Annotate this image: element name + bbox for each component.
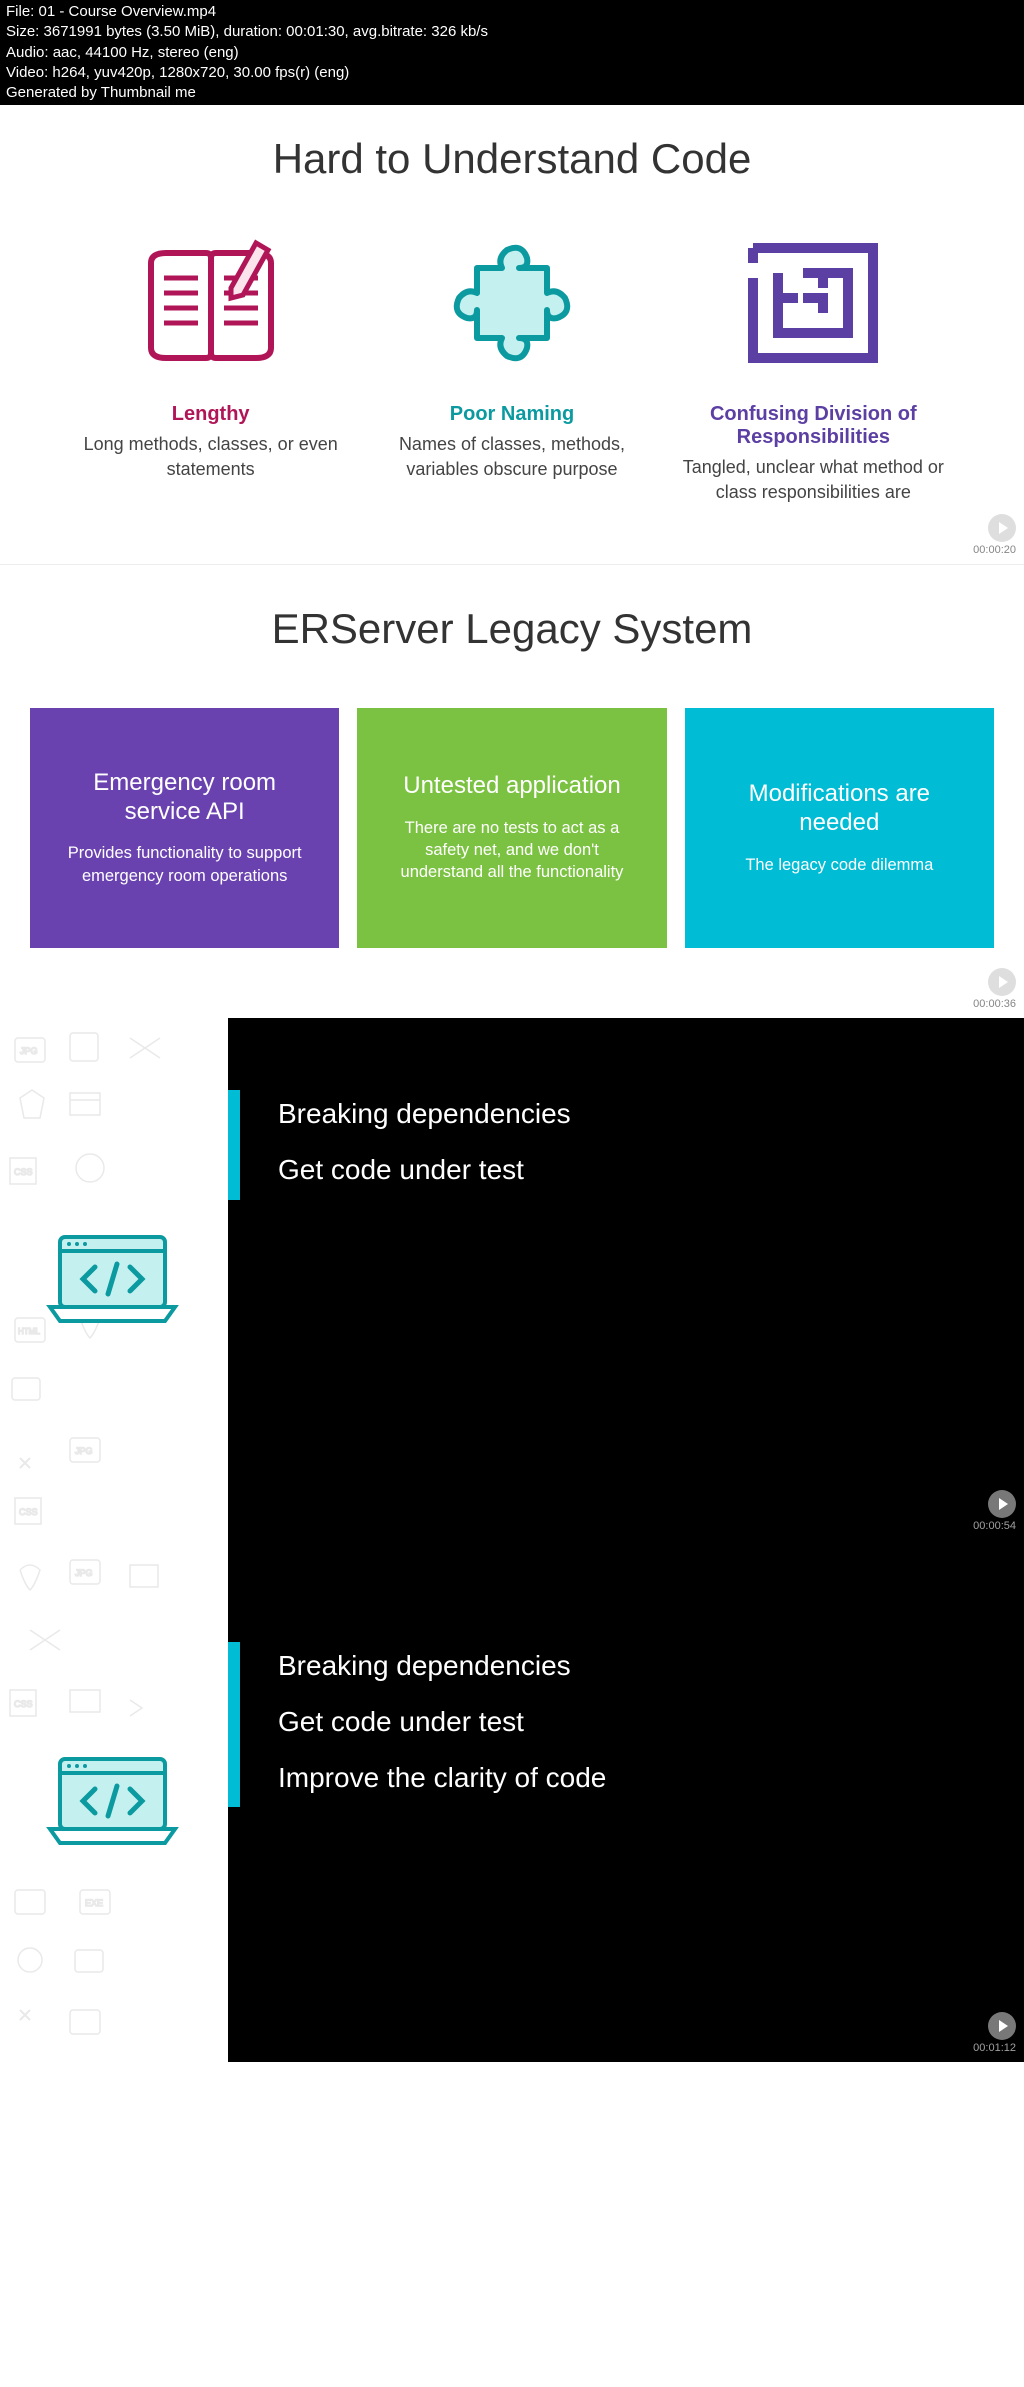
timestamp: 00:00:20 xyxy=(973,544,1016,556)
card-mods: Modifications are needed The legacy code… xyxy=(685,708,994,948)
svg-text:CSS: CSS xyxy=(14,1167,33,1177)
meta-generator: Generated by Thumbnail me xyxy=(6,83,1018,103)
card-mods-body: The legacy code dilemma xyxy=(711,854,968,876)
play-icon xyxy=(988,968,1016,996)
puzzle-piece-icon xyxy=(381,223,642,383)
side-pattern: JPG CSS HTML JPG CSS xyxy=(0,1018,228,1540)
timestamp: 00:00:54 xyxy=(973,1520,1016,1532)
timestamp-badge: 00:01:12 xyxy=(973,2012,1016,2054)
svg-text:EXE: EXE xyxy=(85,1898,103,1908)
accent-bar xyxy=(228,1090,240,1200)
line-2: Get code under test xyxy=(278,1154,974,1186)
lengthy-heading: Lengthy xyxy=(80,403,341,426)
card-untested: Untested application There are no tests … xyxy=(357,708,666,948)
play-icon xyxy=(988,1490,1016,1518)
naming-body: Names of classes, methods, variables obs… xyxy=(381,432,642,481)
meta-file: File: 01 - Course Overview.mp4 xyxy=(6,2,1018,22)
slide-erserver: ERServer Legacy System Emergency room se… xyxy=(0,564,1024,1018)
resp-body: Tangled, unclear what method or class re… xyxy=(683,455,944,504)
slide-hard-to-understand: Hard to Understand Code Lengthy xyxy=(0,105,1024,564)
timestamp: 00:01:12 xyxy=(973,2042,1016,2054)
card-api-body: Provides functionality to support emerge… xyxy=(56,842,313,887)
naming-heading: Poor Naming xyxy=(381,403,642,426)
col-naming: Poor Naming Names of classes, methods, v… xyxy=(361,223,662,481)
book-pencil-icon xyxy=(80,223,341,383)
slide-breaking-deps-1: JPG CSS HTML JPG CSS xyxy=(0,1018,1024,1540)
timestamp-badge: 00:00:20 xyxy=(973,514,1016,556)
line-3: Improve the clarity of code xyxy=(278,1762,974,1794)
col-lengthy: Lengthy Long methods, classes, or even s… xyxy=(60,223,361,481)
laptop-code-icon xyxy=(45,1751,180,1851)
card-api: Emergency room service API Provides func… xyxy=(30,708,339,948)
slide1-title: Hard to Understand Code xyxy=(20,135,1004,183)
card-mods-heading: Modifications are needed xyxy=(711,780,968,838)
svg-text:CSS: CSS xyxy=(19,1507,38,1517)
svg-text:JPG: JPG xyxy=(75,1568,93,1578)
meta-audio: Audio: aac, 44100 Hz, stereo (eng) xyxy=(6,43,1018,63)
slide-breaking-deps-2: JPG CSS EXE xyxy=(0,1540,1024,2062)
accent-bar xyxy=(228,1642,240,1807)
laptop-code-icon xyxy=(45,1229,180,1329)
svg-text:CSS: CSS xyxy=(14,1699,33,1709)
svg-text:JPG: JPG xyxy=(20,1046,38,1056)
play-icon xyxy=(988,2012,1016,2040)
timestamp: 00:00:36 xyxy=(973,998,1016,1010)
play-icon xyxy=(988,514,1016,542)
line-2: Get code under test xyxy=(278,1706,974,1738)
card-untested-heading: Untested application xyxy=(383,772,640,801)
card-untested-body: There are no tests to act as a safety ne… xyxy=(383,817,640,884)
side-pattern: JPG CSS EXE xyxy=(0,1540,228,2062)
icon-row: Lengthy Long methods, classes, or even s… xyxy=(20,223,1004,504)
dark-content: Breaking dependencies Get code under tes… xyxy=(228,1540,1024,2062)
cards-row: Emergency room service API Provides func… xyxy=(0,708,1024,948)
card-api-heading: Emergency room service API xyxy=(56,769,313,827)
video-metadata: File: 01 - Course Overview.mp4 Size: 367… xyxy=(0,0,1024,105)
meta-size: Size: 3671991 bytes (3.50 MiB), duration… xyxy=(6,22,1018,42)
maze-icon xyxy=(683,223,944,383)
line-1: Breaking dependencies xyxy=(278,1098,974,1130)
svg-text:HTML: HTML xyxy=(18,1327,40,1336)
timestamp-badge: 00:00:54 xyxy=(973,1490,1016,1532)
svg-text:JPG: JPG xyxy=(75,1446,93,1456)
slide2-title: ERServer Legacy System xyxy=(0,605,1024,653)
resp-heading: Confusing Division of Responsibilities xyxy=(683,403,944,449)
col-responsibilities: Confusing Division of Responsibilities T… xyxy=(663,223,964,504)
timestamp-badge: 00:00:36 xyxy=(973,968,1016,1010)
meta-video: Video: h264, yuv420p, 1280x720, 30.00 fp… xyxy=(6,63,1018,83)
lengthy-body: Long methods, classes, or even statement… xyxy=(80,432,341,481)
dark-content: Breaking dependencies Get code under tes… xyxy=(228,1018,1024,1540)
line-1: Breaking dependencies xyxy=(278,1650,974,1682)
